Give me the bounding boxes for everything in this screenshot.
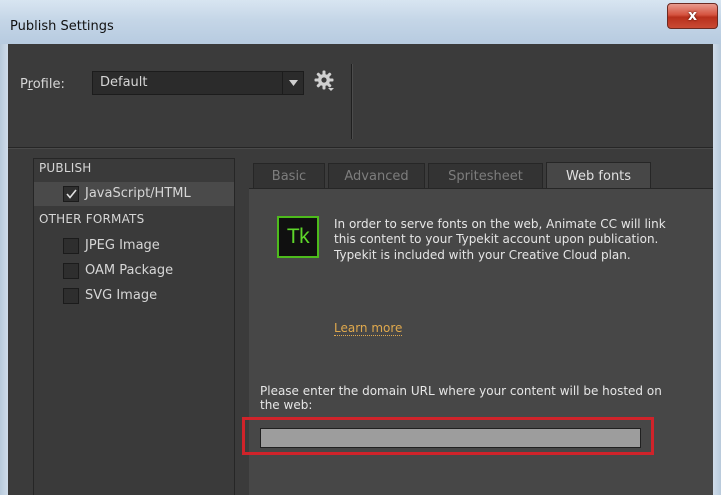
tab-basic[interactable]: Basic xyxy=(253,163,325,188)
title-bar[interactable]: Publish Settings x xyxy=(0,0,721,45)
tab-spritesheet[interactable]: Spritesheet xyxy=(428,163,543,188)
checkbox-javascript-html[interactable] xyxy=(63,186,79,202)
dropdown-arrow-button[interactable] xyxy=(282,72,303,94)
domain-url-label: Please enter the domain URL where your c… xyxy=(260,384,662,412)
domain-url-input[interactable] xyxy=(260,428,641,448)
window-title: Publish Settings xyxy=(10,19,114,34)
dialog-body: Profile: Default PUBLISH JavaScript/HTML… xyxy=(8,44,713,495)
close-icon: x xyxy=(687,8,698,24)
gear-icon xyxy=(314,70,334,91)
sidebar-item-javascript-html[interactable]: JavaScript/HTML xyxy=(34,182,234,206)
typekit-logo-text: Tk xyxy=(286,225,310,248)
profile-value: Default xyxy=(100,75,148,90)
typekit-logo: Tk xyxy=(277,216,319,258)
tab-web-fonts[interactable]: Web fonts xyxy=(546,162,651,189)
sidebar-item-label: JPEG Image xyxy=(85,238,160,253)
checkmark-icon xyxy=(65,189,77,199)
publish-settings-dialog: Publish Settings x Profile: Default PUBL… xyxy=(0,0,721,495)
profile-label: Profile: xyxy=(20,77,65,92)
other-formats-header: OTHER FORMATS xyxy=(39,212,145,226)
sidebar-item-oam-package[interactable]: OAM Package xyxy=(34,259,234,283)
chevron-down-icon xyxy=(288,80,298,86)
sidebar-item-jpeg-image[interactable]: JPEG Image xyxy=(34,234,234,258)
window-right-border xyxy=(713,44,721,495)
profile-area: Profile: Default xyxy=(8,44,713,144)
checkbox-jpeg-image[interactable] xyxy=(63,238,79,254)
format-sidebar: PUBLISH JavaScript/HTML OTHER FORMATS JP… xyxy=(33,158,235,495)
sidebar-item-label: OAM Package xyxy=(85,263,174,278)
profile-dropdown[interactable]: Default xyxy=(92,71,304,95)
profile-options-button[interactable] xyxy=(312,68,336,92)
web-fonts-panel: Tk In order to serve fonts on the web, A… xyxy=(242,188,713,495)
window-left-border xyxy=(0,44,8,495)
toolbar-separator xyxy=(351,64,353,139)
typekit-info-text: In order to serve fonts on the web, Anim… xyxy=(334,217,666,262)
close-button[interactable]: x xyxy=(667,3,718,29)
learn-more-link[interactable]: Learn more xyxy=(334,321,403,336)
checkbox-svg-image[interactable] xyxy=(63,288,79,304)
header-divider xyxy=(8,147,713,149)
settings-main: Basic Advanced Spritesheet Web fonts Tk … xyxy=(242,158,713,495)
sidebar-item-svg-image[interactable]: SVG Image xyxy=(34,284,234,308)
publish-header: PUBLISH xyxy=(39,161,92,175)
checkbox-oam-package[interactable] xyxy=(63,263,79,279)
tab-advanced[interactable]: Advanced xyxy=(328,163,425,188)
sidebar-item-label: JavaScript/HTML xyxy=(85,186,191,201)
sidebar-item-label: SVG Image xyxy=(85,288,158,303)
